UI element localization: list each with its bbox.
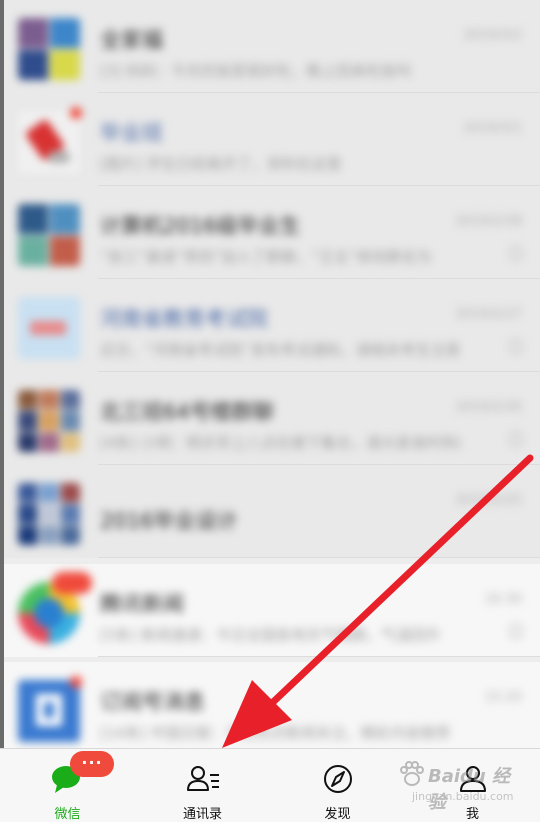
chat-preview: [14条] 中国日报：今日热点新闻关注，精彩内容推荐 xyxy=(100,724,451,742)
chat-time: 2019/2/25 xyxy=(455,493,522,508)
tab-discover[interactable]: 发现 xyxy=(270,749,405,822)
group-avatar xyxy=(18,483,80,545)
chat-time: 2019/2/27 xyxy=(455,307,522,322)
tab-chats[interactable]: 微信 xyxy=(0,749,135,822)
chat-time: 2019/2/28 xyxy=(455,214,522,229)
chat-item[interactable]: 北三班64号楼群聊 2019/2/26 [4条] 小明：明天早上八点在楼下集合，… xyxy=(0,372,540,465)
paw-icon xyxy=(400,761,424,786)
chat-item[interactable]: 订阅号消息 15:20 [14条] 中国日报：今日热点新闻关注，精彩内容推荐 xyxy=(0,662,540,750)
divider xyxy=(98,656,540,657)
baidu-watermark: Baidu 经验 jingyan.baidu.com xyxy=(398,756,518,816)
unread-dot xyxy=(70,676,82,688)
contacts-icon xyxy=(186,766,219,791)
divider xyxy=(98,557,540,558)
tab-label: 微信 xyxy=(54,807,81,822)
chat-item[interactable]: 全家福 2019/3/2 [3] 妈妈：今天的饭菜很好吃，晚上回来吃饭吗 xyxy=(0,0,540,93)
chat-preview: 近日，“河南省考试院”发布考试通知，请相关考生注意 xyxy=(100,341,460,359)
unread-dot xyxy=(70,107,82,119)
chat-name: 计算机2016级毕业生 xyxy=(100,214,301,238)
chat-name: 全家福 xyxy=(100,28,163,52)
chat-time: 2019/3/2 xyxy=(463,28,522,43)
tab-contacts[interactable]: 通讯录 xyxy=(135,749,270,822)
chat-list: 全家福 2019/3/2 [3] 妈妈：今天的饭菜很好吃，晚上回来吃饭吗 毕业班… xyxy=(0,0,540,750)
avatar xyxy=(18,680,80,742)
tab-label: 发现 xyxy=(324,807,351,822)
screen-edge xyxy=(0,0,4,750)
mute-icon xyxy=(510,339,522,353)
chat-item[interactable]: 计算机2016级毕业生 2019/2/28 “张三”邀请“李四”加入了群聊，“王… xyxy=(0,186,540,279)
unread-badge xyxy=(52,572,92,594)
tab-label: 通讯录 xyxy=(182,807,222,822)
group-avatar xyxy=(18,390,80,452)
mute-icon xyxy=(510,432,522,446)
chat-preview: [3] 妈妈：今天的饭菜很好吃，晚上回来吃饭吗 xyxy=(100,62,412,80)
chat-item[interactable]: 腾讯新闻 16:30 [5条] 新闻速递：今日全国各地天气晴朗，气温回升 xyxy=(0,564,540,657)
chat-name: 毕业班 xyxy=(100,121,163,145)
chat-item[interactable]: 河南省教育考试院 2019/2/27 近日，“河南省考试院”发布考试通知，请相关… xyxy=(0,279,540,372)
chat-preview: [5条] 新闻速递：今日全国各地天气晴朗，气温回升 xyxy=(100,626,442,644)
chat-name: 2016毕业设计 xyxy=(100,509,238,533)
chat-item[interactable]: 2016毕业设计 2019/2/25 xyxy=(0,465,540,558)
chat-name: 腾讯新闻 xyxy=(100,592,184,616)
mute-icon xyxy=(510,624,522,638)
mute-icon xyxy=(510,246,522,260)
chat-time: 16:30 xyxy=(484,592,522,607)
chat-time: 2019/2/26 xyxy=(455,400,522,415)
chat-preview: [4条] 小明：明天早上八点在楼下集合，请大家准时到达 xyxy=(100,434,460,452)
chat-name: 河南省教育考试院 xyxy=(100,307,268,331)
watermark-brand: Baidu 经验 xyxy=(428,766,511,813)
chat-time: 2019/3/1 xyxy=(463,121,522,136)
chat-preview: [图片] 学生已经离开了，资料在这里 xyxy=(100,155,342,173)
chat-item[interactable]: 毕业班 2019/3/1 [图片] 学生已经离开了，资料在这里 xyxy=(0,93,540,186)
avatar xyxy=(18,297,80,359)
chat-time: 15:20 xyxy=(484,690,522,705)
avatar xyxy=(18,111,80,173)
group-avatar xyxy=(18,18,80,80)
chat-name: 北三班64号楼群聊 xyxy=(100,400,274,424)
group-avatar xyxy=(18,204,80,266)
watermark-url: jingyan.baidu.com xyxy=(412,790,514,803)
chat-preview: “张三”邀请“李四”加入了群聊，“王五”修改群名为 xyxy=(100,248,432,266)
unread-badge: ··· xyxy=(70,751,114,777)
chat-name: 订阅号消息 xyxy=(100,690,205,714)
compass-icon xyxy=(323,765,352,793)
